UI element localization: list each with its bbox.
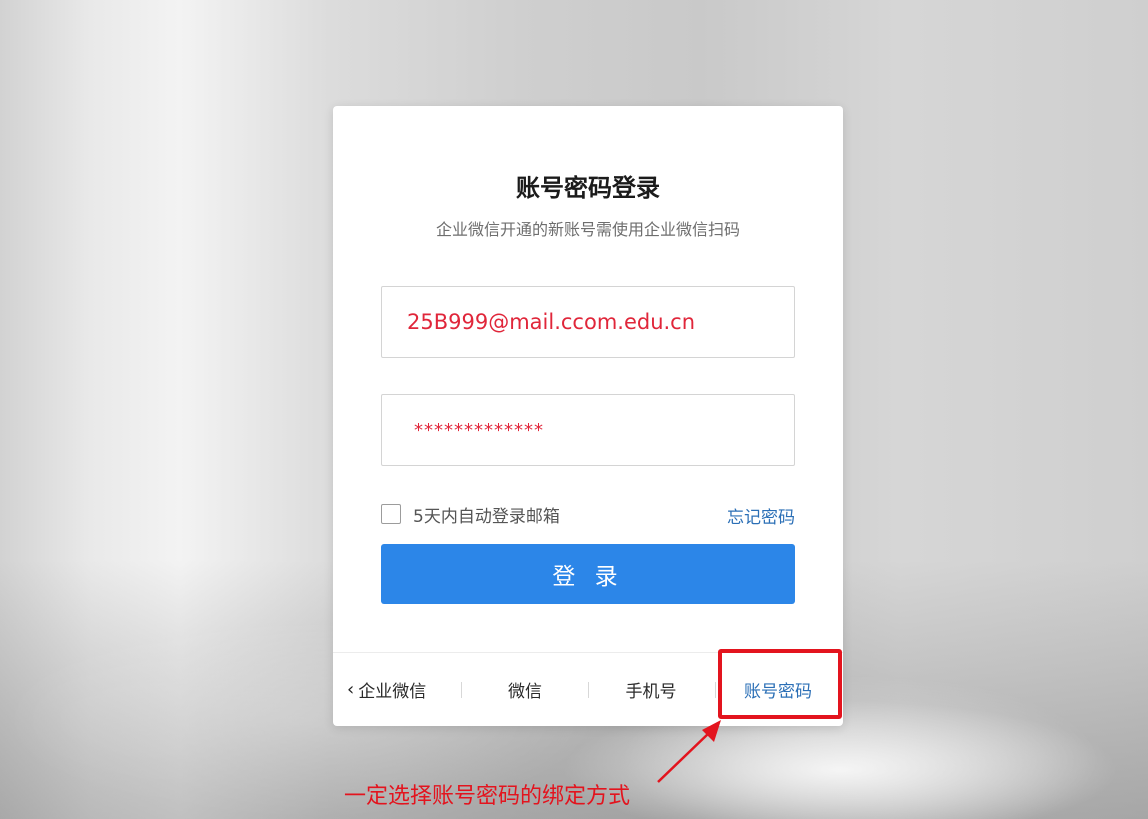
tab-phone[interactable]: 手机号 bbox=[589, 653, 713, 726]
annotation-highlight-box bbox=[718, 649, 842, 719]
account-field[interactable] bbox=[381, 286, 795, 358]
annotation-text: 一定选择账号密码的绑定方式 bbox=[344, 784, 631, 809]
remember-checkbox[interactable] bbox=[381, 504, 401, 524]
remember-label: 5天内自动登录邮箱 bbox=[413, 506, 560, 527]
remember-login[interactable]: 5天内自动登录邮箱 bbox=[381, 502, 560, 527]
tab-separator bbox=[715, 682, 716, 698]
account-input[interactable] bbox=[382, 287, 794, 357]
page-subtitle: 企业微信开通的新账号需使用企业微信扫码 bbox=[435, 220, 740, 239]
page-title: 账号密码登录 bbox=[516, 174, 660, 202]
tab-wechat[interactable]: 微信 bbox=[463, 653, 587, 726]
tab-wework-label: 企业微信 bbox=[358, 682, 427, 702]
tab-wework-back[interactable]: ‹ 企业微信 bbox=[347, 653, 461, 726]
password-input[interactable] bbox=[382, 395, 794, 465]
forgot-password-link[interactable]: 忘记密码 bbox=[727, 503, 795, 528]
login-button[interactable]: 登 录 bbox=[381, 544, 795, 604]
login-card: 账号密码登录 企业微信开通的新账号需使用企业微信扫码 5天内自动登录邮箱 忘记密… bbox=[333, 106, 843, 726]
password-field[interactable] bbox=[381, 394, 795, 466]
tab-separator bbox=[461, 682, 462, 698]
chevron-left-icon: ‹ bbox=[347, 679, 355, 700]
